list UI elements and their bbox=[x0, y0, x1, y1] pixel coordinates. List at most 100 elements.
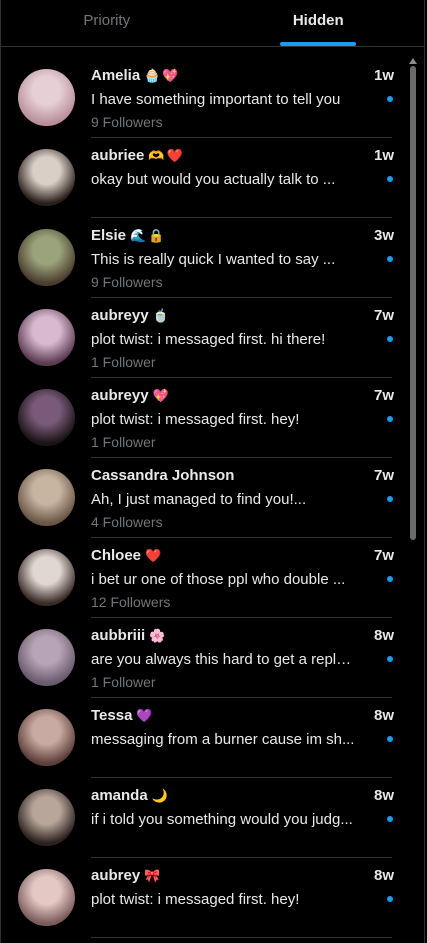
message-preview: I have something important to tell you bbox=[91, 91, 341, 108]
name-emoji-group: 💜 bbox=[136, 708, 152, 724]
follower-count: 9 Followers bbox=[91, 274, 163, 290]
sender-name-line: amanda 🌙 bbox=[91, 787, 168, 804]
sender-name-line: Amelia 🧁 💖 bbox=[91, 67, 179, 84]
conversation-row[interactable]: Tessa 💜 8w messaging from a burner cause im… bbox=[1, 698, 405, 778]
emoji-icon: 🫶 bbox=[148, 147, 165, 163]
emoji-icon: 💖 bbox=[152, 387, 169, 403]
unread-dot-icon bbox=[387, 96, 393, 102]
timestamp: 1w bbox=[373, 67, 394, 84]
unread-dot-icon bbox=[387, 336, 393, 342]
sender-name: aubbriii bbox=[91, 627, 146, 644]
sender-name-line: Chloee ❤️ bbox=[91, 547, 161, 564]
avatar[interactable] bbox=[18, 389, 75, 446]
avatar[interactable] bbox=[18, 789, 75, 846]
conversation-row[interactable]: aubbriii 🌸 8w are you always this hard to g… bbox=[1, 618, 405, 698]
name-emoji-group: 🍵 bbox=[153, 308, 169, 324]
sender-name-line: Elsie 🌊 🔒 bbox=[91, 227, 164, 244]
unread-dot-icon bbox=[387, 656, 393, 662]
avatar[interactable] bbox=[18, 309, 75, 366]
unread-dot-icon bbox=[387, 736, 393, 742]
timestamp: 8w bbox=[373, 867, 394, 884]
avatar[interactable] bbox=[18, 709, 75, 766]
sender-name: aubreyy bbox=[91, 387, 149, 404]
scroll-up-arrow-icon[interactable] bbox=[409, 58, 417, 64]
row-divider bbox=[91, 937, 392, 938]
sender-name: Cassandra Johnson bbox=[91, 467, 235, 484]
avatar[interactable] bbox=[18, 629, 75, 686]
conversation-row[interactable]: Elsie 🌊 🔒 3w This is really quick I wanted t… bbox=[1, 218, 405, 298]
tab-hidden[interactable]: Hidden bbox=[213, 0, 425, 46]
emoji-icon: 💜 bbox=[136, 707, 153, 723]
message-preview: Ah, I just managed to find you!... bbox=[91, 491, 307, 508]
emoji-icon: 🍵 bbox=[152, 307, 169, 323]
avatar[interactable] bbox=[18, 469, 75, 526]
emoji-icon: 🌙 bbox=[151, 787, 168, 803]
emoji-icon: 💖 bbox=[162, 67, 179, 83]
conversation-row[interactable]: aubreyy 💖 7w plot twist: i messaged first. … bbox=[1, 378, 405, 458]
follower-count: 1 Follower bbox=[91, 434, 156, 450]
sender-name: Chloee bbox=[91, 547, 142, 564]
emoji-icon: ❤️ bbox=[166, 147, 183, 163]
conversation-row[interactable]: Chloee ❤️ 7w i bet ur one of those ppl who … bbox=[1, 538, 405, 618]
avatar[interactable] bbox=[18, 69, 75, 126]
conversation-row[interactable]: aubreyy 🍵 7w plot twist: i messaged first. … bbox=[1, 298, 405, 378]
message-preview: okay but would you actually talk to ... bbox=[91, 171, 336, 188]
avatar[interactable] bbox=[18, 549, 75, 606]
sender-name: Amelia bbox=[91, 67, 141, 84]
unread-dot-icon bbox=[387, 576, 393, 582]
timestamp: 7w bbox=[373, 387, 394, 404]
name-emoji-group: 🌸 bbox=[149, 628, 165, 644]
follower-count: 12 Followers bbox=[91, 594, 171, 610]
tab-priority[interactable]: Priority bbox=[1, 0, 213, 46]
sender-name-line: Tessa 💜 bbox=[91, 707, 153, 724]
emoji-icon: 🌊 bbox=[130, 227, 147, 243]
message-preview: messaging from a burner cause im sh... bbox=[91, 731, 355, 748]
sender-name-line: aubreyy 💖 bbox=[91, 387, 169, 404]
message-preview: are you always this hard to get a reply … bbox=[91, 651, 355, 668]
scrollbar-thumb[interactable] bbox=[410, 66, 416, 540]
unread-dot-icon bbox=[387, 416, 393, 422]
sender-name-line: aubreyy 🍵 bbox=[91, 307, 169, 324]
conversation-row[interactable]: Amelia 🧁 💖 1w I have something important to … bbox=[1, 58, 405, 138]
messages-requests-panel: Priority Hidden Amelia 🧁 💖 1w I have somethi… bbox=[0, 0, 425, 943]
name-emoji-group: 🎀 bbox=[144, 868, 160, 884]
follower-count: 4 Followers bbox=[91, 514, 163, 530]
conversation-row[interactable]: aubrey 🎀 8w plot twist: i messaged first. h… bbox=[1, 858, 405, 938]
message-preview: plot twist: i messaged first. hi there! bbox=[91, 331, 326, 348]
sender-name-line: aubbriii 🌸 bbox=[91, 627, 165, 644]
tab-bar: Priority Hidden bbox=[1, 0, 424, 47]
conversation-row[interactable]: Cassandra Johnson 7w Ah, I just managed to… bbox=[1, 458, 405, 538]
emoji-icon: 🧁 bbox=[144, 67, 161, 83]
conversation-row[interactable]: aubriee 🫶 ❤️ 1w okay but would you actually … bbox=[1, 138, 405, 218]
sender-name-line: Cassandra Johnson bbox=[91, 467, 234, 484]
message-preview: This is really quick I wanted to say ... bbox=[91, 251, 336, 268]
sender-name: Elsie bbox=[91, 227, 127, 244]
scrollbar[interactable] bbox=[408, 58, 418, 943]
tab-label: Priority bbox=[83, 11, 131, 29]
avatar[interactable] bbox=[18, 869, 75, 926]
message-preview: plot twist: i messaged first. hey! bbox=[91, 411, 300, 428]
tab-label: Hidden bbox=[292, 11, 344, 29]
name-emoji-group: 🌙 bbox=[152, 788, 168, 804]
unread-dot-icon bbox=[387, 496, 393, 502]
emoji-icon: 🎀 bbox=[144, 867, 161, 883]
timestamp: 7w bbox=[373, 467, 394, 484]
follower-count: 9 Followers bbox=[91, 114, 163, 130]
timestamp: 3w bbox=[373, 227, 394, 244]
avatar[interactable] bbox=[18, 229, 75, 286]
sender-name-line: aubrey 🎀 bbox=[91, 867, 160, 884]
avatar[interactable] bbox=[18, 149, 75, 206]
timestamp: 8w bbox=[373, 627, 394, 644]
follower-count: 1 Follower bbox=[91, 674, 156, 690]
name-emoji-group: 🧁 💖 bbox=[144, 68, 178, 84]
timestamp: 1w bbox=[373, 147, 394, 164]
message-preview: if i told you something would you judg..… bbox=[91, 811, 353, 828]
timestamp: 7w bbox=[373, 547, 394, 564]
conversation-row[interactable]: amanda 🌙 8w if i told you something would y… bbox=[1, 778, 405, 858]
sender-name: amanda bbox=[91, 787, 148, 804]
sender-name: aubriee bbox=[91, 147, 145, 164]
sender-name-line: aubriee 🫶 ❤️ bbox=[91, 147, 183, 164]
name-emoji-group: 💖 bbox=[153, 388, 169, 404]
timestamp: 8w bbox=[373, 707, 394, 724]
unread-dot-icon bbox=[387, 816, 393, 822]
